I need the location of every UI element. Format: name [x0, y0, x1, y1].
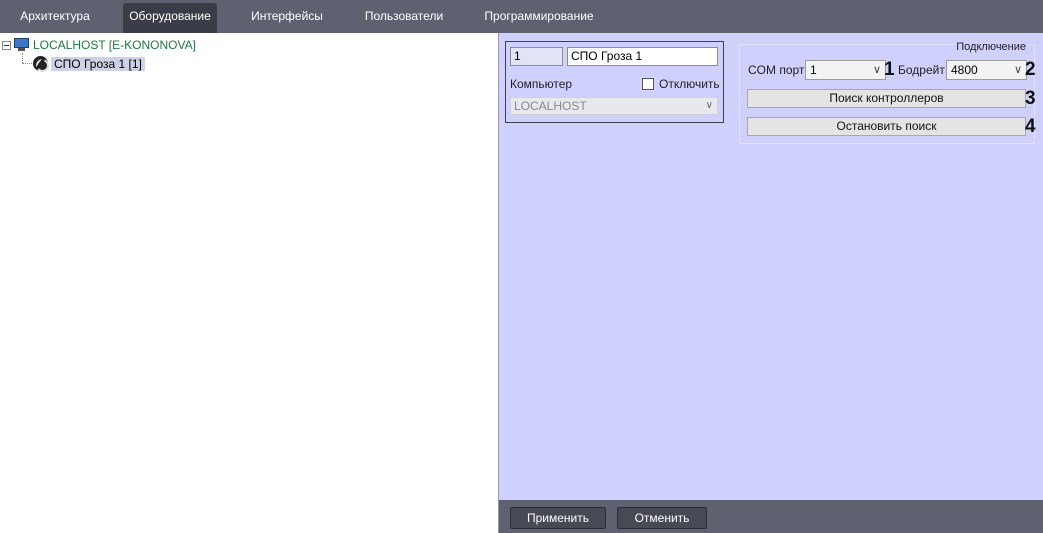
callout-4: 4: [1025, 116, 1036, 137]
tab-equipment[interactable]: Оборудование: [123, 3, 217, 33]
tab-bar: Архитектура Оборудование Интерфейсы Поль…: [0, 0, 1043, 33]
tree-connector: [22, 63, 32, 64]
settings-panel: 1 СПО Гроза 1 Компьютер Отключить LOCALH…: [499, 33, 1043, 500]
stop-search-button[interactable]: Остановить поиск: [747, 117, 1026, 136]
disable-label: Отключить: [659, 77, 720, 91]
com-port-value: 1: [810, 63, 817, 77]
chevron-down-icon: ∨: [872, 64, 881, 76]
chevron-down-icon: ∨: [1013, 64, 1022, 76]
callout-2: 2: [1025, 59, 1036, 80]
callout-1: 1: [884, 59, 895, 80]
com-port-select[interactable]: 1 ∨: [805, 60, 886, 80]
baud-value: 4800: [951, 63, 978, 77]
connection-title: Подключение: [954, 41, 1028, 53]
computer-select-value: LOCALHOST: [514, 99, 587, 113]
callout-3: 3: [1025, 88, 1036, 109]
connection-group: Подключение COM порт 1 ∨ 1 Бодрейт 4800 …: [739, 41, 1036, 144]
chevron-down-icon: ∨: [705, 100, 713, 111]
collapse-icon[interactable]: [2, 40, 11, 50]
tree-item-label: СПО Гроза 1 [1]: [51, 56, 145, 71]
search-controllers-button[interactable]: Поиск контроллеров: [747, 89, 1026, 108]
baud-select[interactable]: 4800 ∨: [946, 60, 1027, 80]
device-name-input[interactable]: СПО Гроза 1: [567, 47, 718, 66]
apply-button[interactable]: Применить: [510, 507, 606, 529]
tab-users[interactable]: Пользователи: [358, 3, 450, 33]
computer-select[interactable]: LOCALHOST ∨: [510, 97, 718, 115]
device-number-input[interactable]: 1: [510, 47, 563, 66]
hardware-tree: LOCALHOST [E-KONONOVA] СПО Гроза 1 [1]: [0, 33, 498, 533]
tree-item-spo-groza[interactable]: СПО Гроза 1 [1]: [33, 55, 145, 72]
tab-interfaces[interactable]: Интерфейсы: [246, 3, 328, 33]
tree-root-label: LOCALHOST [E-KONONOVA]: [33, 38, 196, 52]
tree-root-item[interactable]: LOCALHOST [E-KONONOVA]: [2, 37, 196, 53]
device-group: 1 СПО Гроза 1 Компьютер Отключить LOCALH…: [505, 41, 724, 123]
tab-programming[interactable]: Программирование: [478, 3, 600, 33]
disable-checkbox[interactable]: [642, 78, 654, 90]
cancel-button[interactable]: Отменить: [617, 507, 707, 529]
device-icon: [33, 56, 49, 72]
computer-label: Компьютер: [510, 77, 573, 91]
tree-connector: [22, 53, 23, 63]
tab-architecture[interactable]: Архитектура: [12, 3, 98, 33]
com-port-label: COM порт: [748, 63, 805, 77]
footer-bar: Применить Отменить: [499, 500, 1043, 533]
baud-label: Бодрейт: [898, 63, 945, 77]
monitor-icon: [14, 38, 29, 52]
